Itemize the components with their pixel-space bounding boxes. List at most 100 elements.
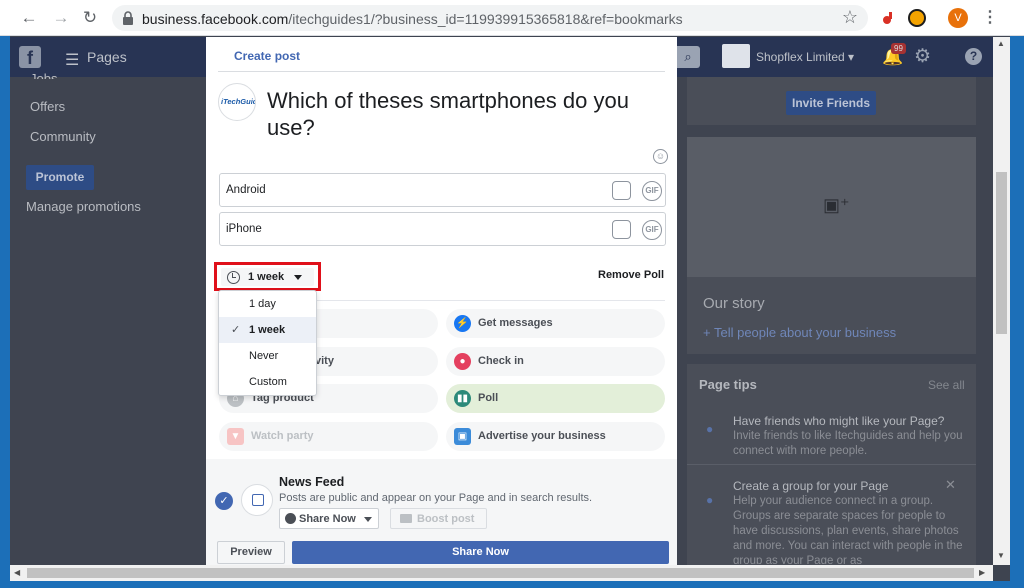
add-photo-icon[interactable] (612, 220, 631, 239)
poll-duration-dropdown[interactable]: 1 week (214, 262, 321, 291)
tip-title-2[interactable]: Create a group for your Page (733, 479, 888, 493)
invite-friends-button[interactable]: Invite Friends (786, 91, 876, 115)
help-icon[interactable]: ? (965, 48, 982, 65)
tip-body-2: Help your audience connect in a group. G… (733, 495, 963, 564)
poll-option-2-input[interactable]: iPhone GIF (219, 212, 666, 246)
action-get-messages[interactable]: ⚡ Get messages (446, 309, 665, 338)
vertical-scroll-thumb[interactable] (996, 172, 1007, 334)
profile-avatar[interactable]: V (948, 8, 968, 28)
back-icon[interactable]: ← (19, 8, 39, 28)
duration-value: 1 week (248, 271, 285, 283)
facebook-logo-icon[interactable]: f (19, 46, 41, 68)
add-photo-icon[interactable]: ▣⁺ (823, 195, 850, 216)
page-avatar[interactable] (722, 44, 750, 68)
bookmark-star-icon[interactable]: ☆ (842, 7, 858, 28)
cover-placeholder[interactable]: ▣⁺ (687, 137, 976, 277)
settings-gear-icon[interactable]: ⚙ (914, 45, 931, 68)
notification-badge: 99 (891, 43, 906, 54)
tip-close-icon[interactable]: ✕ (945, 477, 956, 493)
address-bar[interactable]: business.facebook.com/itechguides1/?busi… (112, 5, 868, 31)
add-photo-icon[interactable] (612, 181, 631, 200)
poll-option-1-input[interactable]: Android GIF (219, 173, 666, 207)
forward-icon[interactable]: → (51, 8, 71, 28)
scroll-down-icon[interactable]: ▼ (997, 551, 1005, 560)
news-feed-description: Posts are public and appear on your Page… (279, 492, 593, 504)
tip-bulb-icon: ● (706, 422, 714, 436)
tip-title-1[interactable]: Have friends who might like your Page? (733, 414, 944, 428)
left-nav: Jobs Offers Community Promote Manage pro… (10, 71, 206, 565)
scroll-up-icon[interactable]: ▲ (997, 39, 1005, 48)
manage-promotions-link[interactable]: Manage promotions (26, 199, 141, 214)
remove-poll-button[interactable]: Remove Poll (598, 269, 664, 281)
reload-icon[interactable]: ↻ (80, 8, 100, 28)
share-timing-dropdown[interactable]: Share Now (279, 508, 379, 529)
invite-card: Invite Friends (687, 77, 976, 125)
create-post-dialog: Create post iTechGuides Which of theses … (206, 37, 677, 565)
window-frame-bottom (0, 581, 1024, 588)
gif-icon[interactable]: GIF (642, 181, 662, 201)
page-logo: iTechGuides (218, 83, 256, 121)
poll-option-text: Android (226, 184, 266, 196)
story-title: Our story (703, 295, 765, 312)
messenger-icon: ⚡ (454, 315, 471, 332)
duration-option-1-week[interactable]: ✓ 1 week (219, 317, 316, 343)
promote-button[interactable]: Promote (26, 165, 94, 190)
nav-item-jobs[interactable]: Jobs (30, 71, 57, 79)
location-pin-icon: ● (454, 353, 471, 370)
search-icon[interactable]: ⌕ (676, 46, 700, 68)
watch-party-icon: ▼ (227, 428, 244, 445)
see-all-link[interactable]: See all (928, 378, 965, 392)
action-label: Watch party (251, 430, 314, 442)
window-frame-left (0, 36, 10, 588)
story-card (687, 277, 976, 354)
nav-item-community[interactable]: Community (30, 129, 96, 144)
page-tips-title: Page tips (699, 377, 757, 392)
extension-icon[interactable] (880, 9, 898, 27)
action-watch-party[interactable]: ▼ Watch party (219, 422, 438, 451)
boost-icon (400, 514, 412, 523)
story-link[interactable]: + Tell people about your business (703, 325, 896, 340)
poll-icon: ▮▮ (454, 390, 471, 407)
action-label: Poll (478, 392, 499, 404)
duration-option-1-day[interactable]: 1 day (219, 291, 316, 317)
option-label: Custom (249, 376, 287, 388)
option-label: Never (249, 350, 279, 362)
duration-option-custom[interactable]: Custom (219, 369, 316, 395)
advertise-icon: ▣ (454, 428, 471, 445)
duration-button-face: 1 week (221, 268, 314, 286)
tip-divider (687, 464, 976, 465)
action-advertise[interactable]: ▣ Advertise your business (446, 422, 665, 451)
poll-option-text: iPhone (226, 223, 262, 235)
browser-menu-icon[interactable]: ⋮ (982, 7, 998, 29)
share-now-button[interactable]: Share Now (292, 541, 669, 564)
horizontal-scrollbar[interactable]: ◀ ▶ (10, 565, 993, 581)
option-label: 1 day (249, 298, 276, 310)
pages-label[interactable]: Pages (87, 49, 127, 65)
vertical-scrollbar[interactable]: ▲ ▼ (993, 37, 1010, 565)
page-name[interactable]: Shopflex Limited ▾ (756, 50, 854, 64)
boost-post-button[interactable]: Boost post (390, 508, 487, 529)
checkmark-icon: ✓ (231, 324, 241, 336)
extension-icon-2[interactable] (908, 9, 926, 27)
action-poll[interactable]: ▮▮ Poll (446, 384, 665, 413)
duration-menu: 1 day ✓ 1 week Never Custom (218, 290, 317, 396)
news-feed-title: News Feed (279, 475, 345, 489)
hamburger-icon[interactable]: ☰ (65, 50, 79, 70)
scroll-left-icon[interactable]: ◀ (14, 568, 20, 577)
gif-icon[interactable]: GIF (642, 220, 662, 240)
emoji-icon[interactable]: ☺ (653, 149, 668, 164)
dialog-title: Create post (234, 49, 301, 63)
news-feed-checkbox[interactable]: ✓ (215, 492, 233, 510)
nav-item-offers[interactable]: Offers (30, 99, 65, 114)
tip-group-icon: ● (706, 493, 714, 507)
chevron-down-icon (364, 517, 372, 522)
preview-button[interactable]: Preview (217, 541, 285, 564)
poll-question-input[interactable]: Which of theses smartphones do you use? (267, 87, 647, 141)
duration-option-never[interactable]: Never (219, 343, 316, 369)
option-label: 1 week (249, 324, 286, 336)
action-check-in[interactable]: ● Check in (446, 347, 665, 376)
action-label: Get messages (478, 317, 553, 329)
scroll-right-icon[interactable]: ▶ (979, 568, 985, 577)
browser-toolbar: ← → ↻ business.facebook.com/itechguides1… (0, 0, 1024, 36)
horizontal-scroll-thumb[interactable] (27, 568, 974, 578)
